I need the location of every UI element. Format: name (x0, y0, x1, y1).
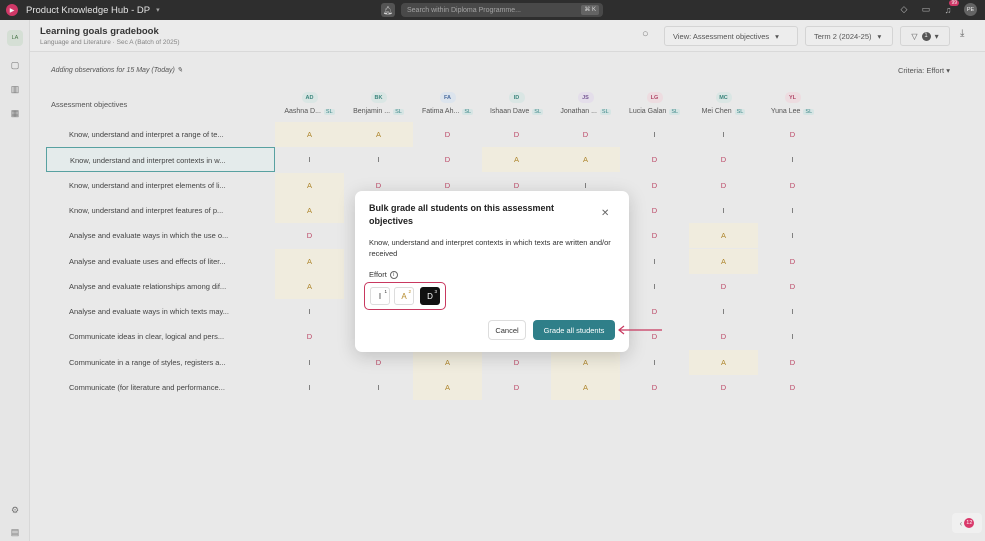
count-badge: 12 (964, 518, 975, 528)
effort-label: Effort i (369, 270, 398, 279)
effort-grade-options: I1 A2 D3 (364, 282, 446, 310)
collapse-panel-button[interactable]: ‹ 12 (952, 513, 982, 533)
grade-option-i[interactable]: I1 (370, 287, 390, 305)
grade-option-label: A (401, 291, 407, 301)
chevron-left-icon: ‹ (959, 518, 963, 528)
modal-description: Know, understand and interpret contexts … (369, 238, 611, 258)
grade-option-label: D (427, 291, 433, 301)
grade-option-shortcut: 2 (408, 289, 411, 294)
grade-option-label: I (378, 291, 382, 301)
effort-label-text: Effort (369, 270, 387, 279)
grade-option-d[interactable]: D3 (420, 287, 440, 305)
cancel-button[interactable]: Cancel (488, 320, 526, 340)
arrow-annotation-icon (618, 325, 662, 335)
grade-option-a[interactable]: A2 (394, 287, 414, 305)
grade-option-shortcut: 1 (384, 289, 387, 294)
grade-option-shortcut: 3 (434, 289, 437, 294)
grade-all-students-button[interactable]: Grade all students (533, 320, 615, 340)
bulk-grade-modal: Bulk grade all students on this assessme… (355, 191, 629, 352)
close-icon[interactable]: ✕ (601, 208, 609, 219)
info-icon[interactable]: i (389, 270, 398, 279)
modal-title: Bulk grade all students on this assessme… (369, 203, 555, 226)
